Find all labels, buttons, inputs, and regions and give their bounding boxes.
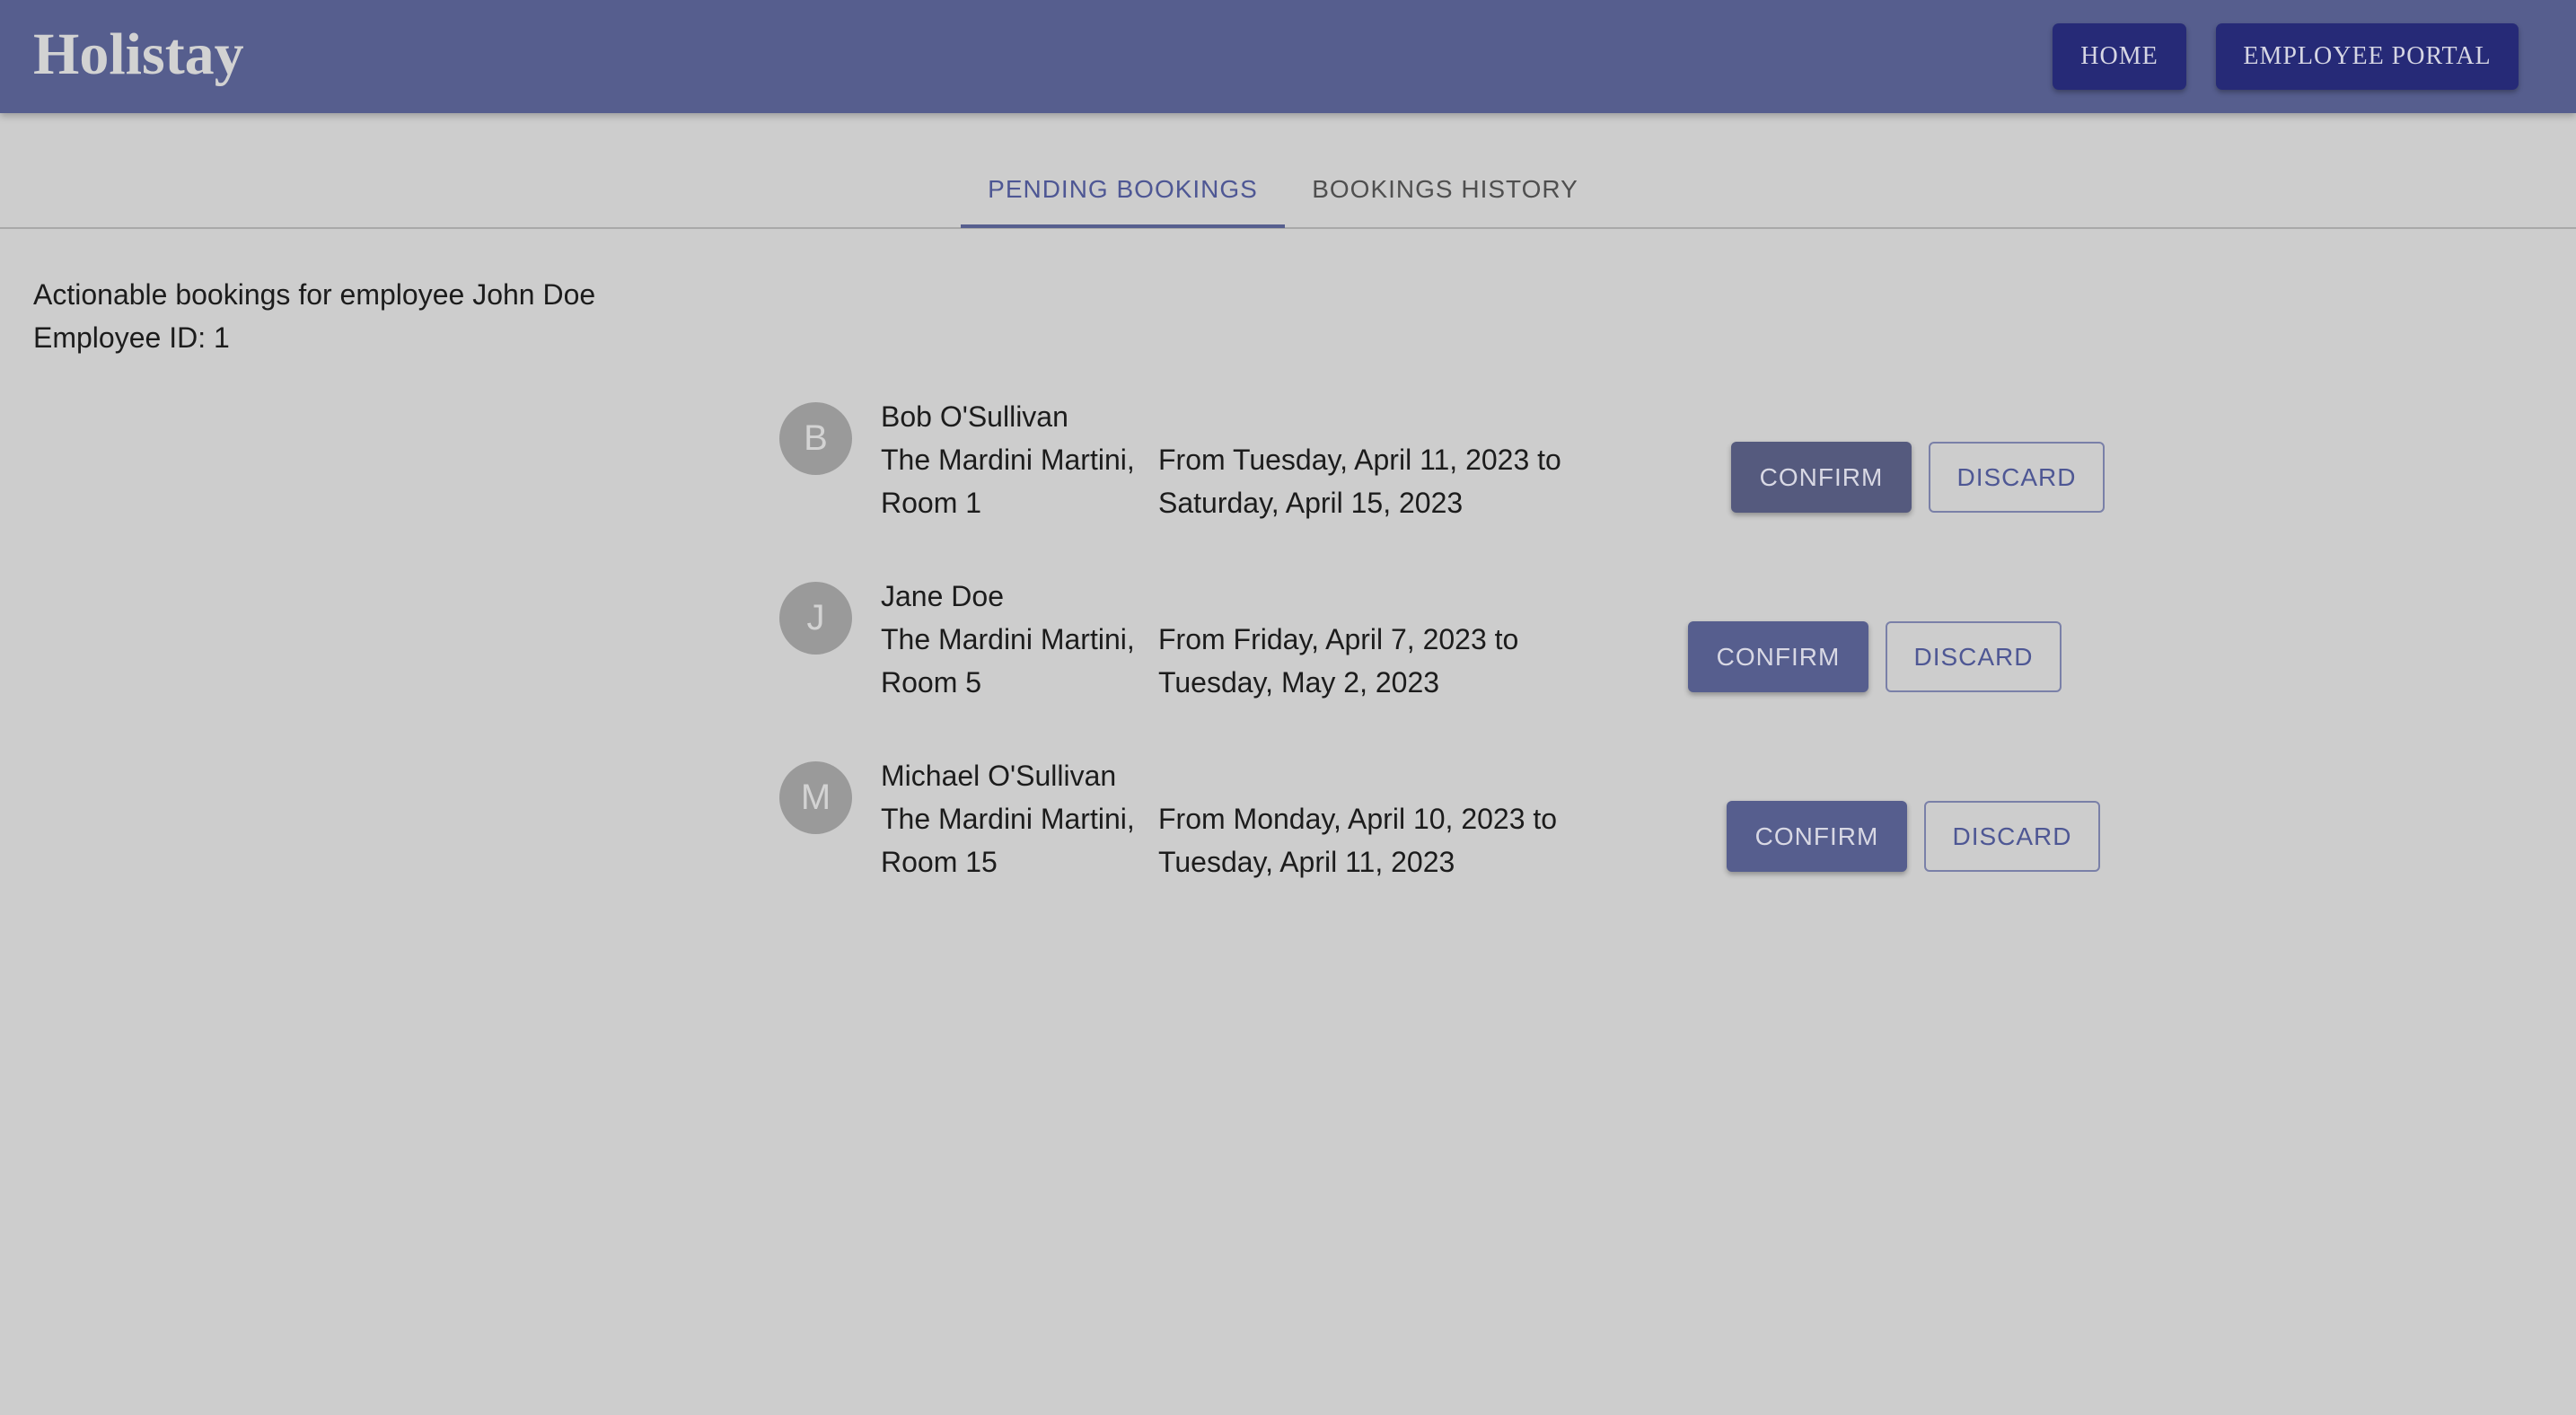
confirm-button[interactable]: CONFIRM (1688, 621, 1868, 692)
booking-dates: From Friday, April 7, 2023 to Tuesday, M… (1158, 623, 1519, 699)
hotel-room: The Mardini Martini, Room 5 (881, 623, 1135, 699)
booking-dates: From Monday, April 10, 2023 to Tuesday, … (1158, 803, 1558, 878)
confirm-button[interactable]: CONFIRM (1731, 442, 1912, 513)
tab-pending-bookings[interactable]: PENDING BOOKINGS (961, 162, 1285, 228)
app-bar: Holistay HOME EMPLOYEE PORTAL (0, 0, 2576, 113)
intro-heading: Actionable bookings for employee John Do… (33, 278, 596, 311)
guest-name: Bob O'Sullivan (881, 400, 1068, 433)
discard-button[interactable]: DISCARD (1929, 442, 2105, 513)
avatar: B (779, 402, 852, 475)
tab-bookings-history[interactable]: BOOKINGS HISTORY (1285, 162, 1605, 228)
brand-logo[interactable]: Holistay (33, 20, 244, 90)
avatar: M (779, 761, 852, 834)
employee-id: Employee ID: 1 (33, 321, 230, 354)
discard-button[interactable]: DISCARD (1924, 801, 2100, 872)
employee-intro: Actionable bookings for employee John Do… (33, 273, 595, 359)
hotel-room: The Mardini Martini, Room 1 (881, 444, 1135, 519)
home-button[interactable]: HOME (2053, 23, 2186, 90)
avatar: J (779, 582, 852, 655)
discard-button[interactable]: DISCARD (1886, 621, 2062, 692)
employee-portal-button[interactable]: EMPLOYEE PORTAL (2216, 23, 2519, 90)
booking-dates: From Tuesday, April 11, 2023 to Saturday… (1158, 444, 1561, 519)
confirm-button[interactable]: CONFIRM (1727, 801, 1907, 872)
bookings-tabs: PENDING BOOKINGS BOOKINGS HISTORY (0, 113, 2576, 229)
booking-item: J Jane Doe The Mardini Martini, Room 5 F… (779, 580, 2126, 725)
guest-name: Michael O'Sullivan (881, 760, 1117, 792)
booking-item: M Michael O'Sullivan The Mardini Martini… (779, 760, 2126, 905)
guest-name: Jane Doe (881, 580, 1004, 612)
hotel-room: The Mardini Martini, Room 15 (881, 803, 1135, 878)
booking-item: B Bob O'Sullivan The Mardini Martini, Ro… (779, 400, 2126, 546)
